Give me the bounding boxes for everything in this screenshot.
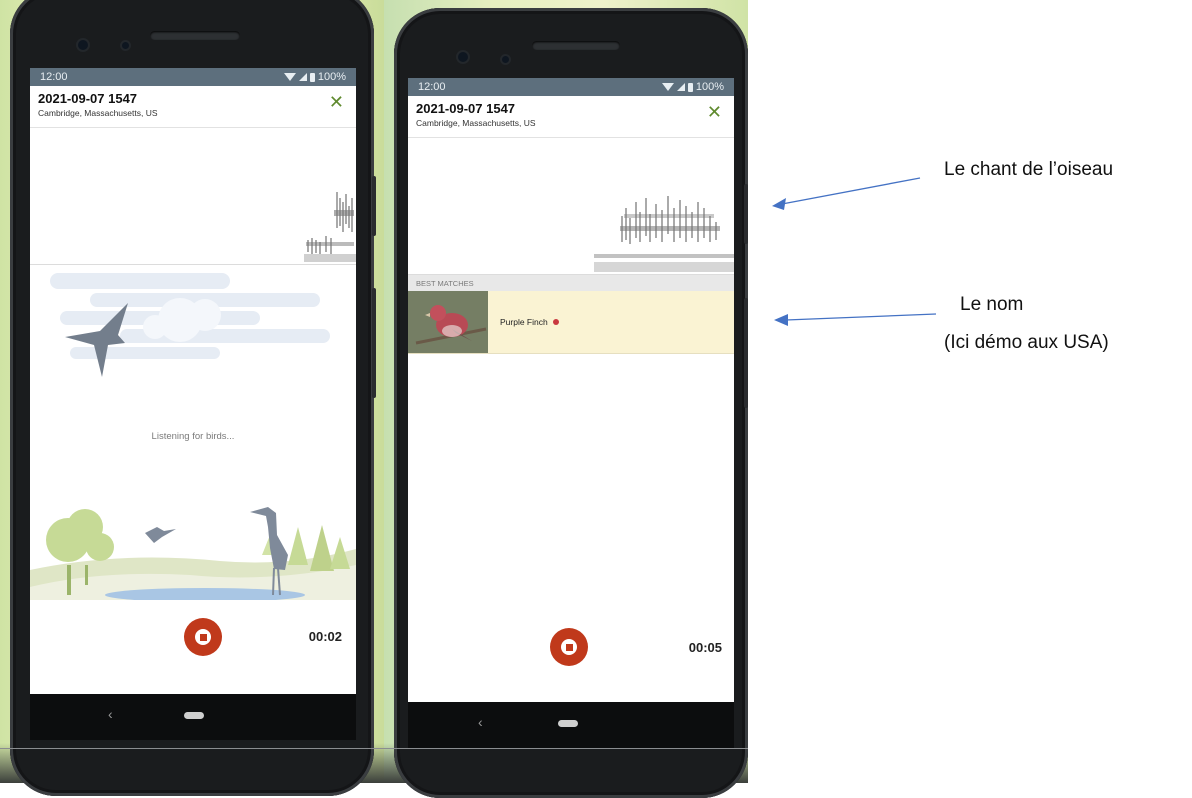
arrow-to-species [785, 313, 937, 321]
annotation-arrows [772, 177, 937, 326]
arrow-to-spectrogram [781, 177, 921, 205]
